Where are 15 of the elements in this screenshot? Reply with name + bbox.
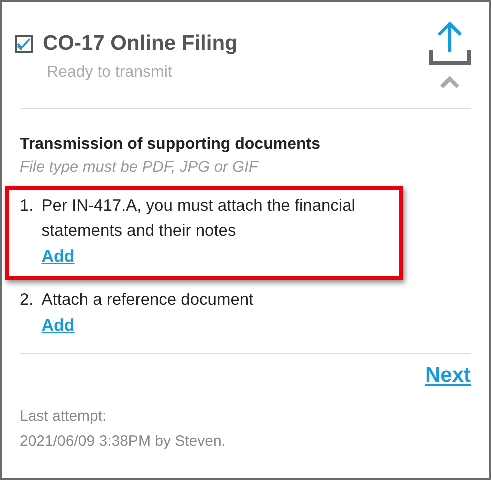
status-text: Ready to transmit	[47, 64, 174, 82]
item-number: 1.	[20, 196, 34, 217]
add-link[interactable]: Add	[42, 316, 75, 335]
upload-icon[interactable]	[429, 22, 471, 66]
checkbox[interactable]	[15, 35, 33, 53]
item-number: 2.	[20, 290, 34, 311]
next-link[interactable]: Next	[425, 364, 471, 388]
add-link[interactable]: Add	[42, 247, 75, 266]
file-type-hint: File type must be PDF, JPG or GIF	[20, 159, 260, 177]
section-heading: Transmission of supporting documents	[20, 136, 322, 154]
filing-title: CO-17 Online Filing	[43, 32, 238, 56]
item-text: Per IN-417.A, you must attach the financial statements and their notes	[42, 196, 356, 242]
last-attempt-detail: 2021/06/09 3:38PM by Steven.	[20, 433, 227, 450]
item-text: Attach a reference document	[42, 290, 255, 311]
last-attempt-label: Last attempt:	[20, 408, 108, 425]
